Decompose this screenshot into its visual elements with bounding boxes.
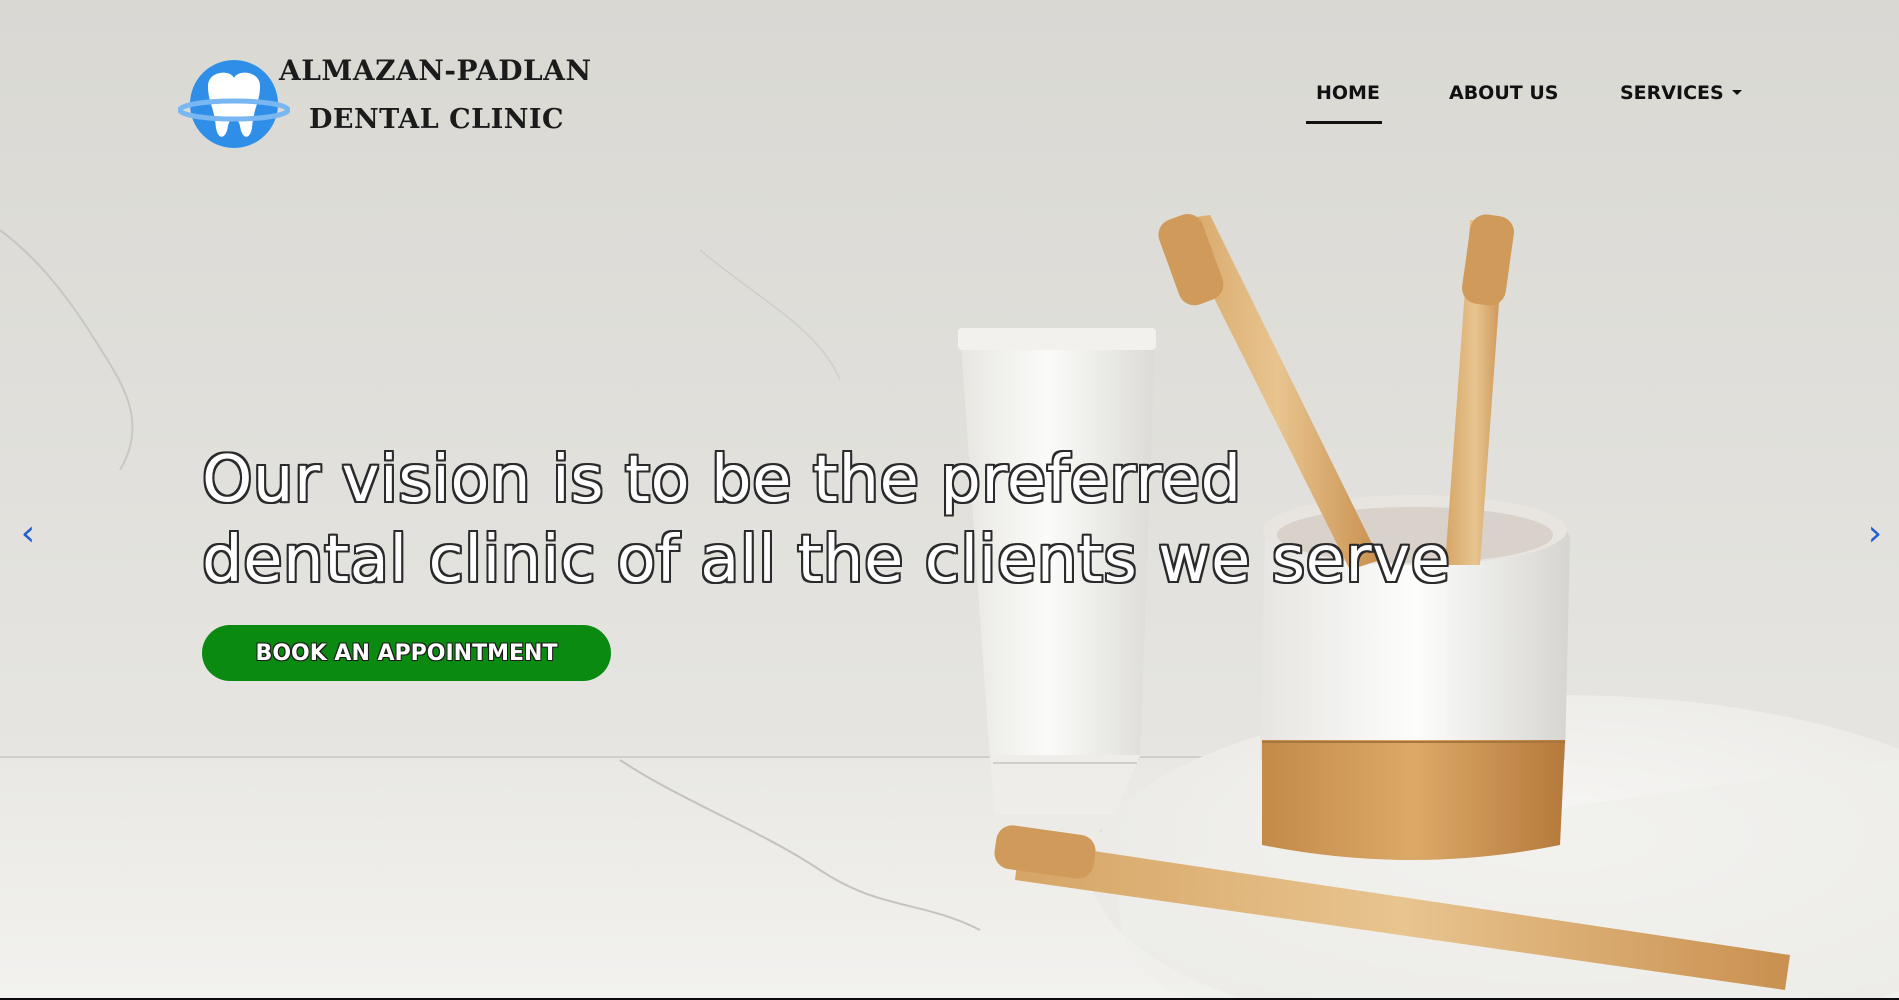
carousel-prev-button[interactable]: ‹ <box>8 508 48 560</box>
nav-item-label: HOME <box>1316 82 1380 104</box>
nav-item-home[interactable]: HOME <box>1316 82 1380 104</box>
tooth-icon <box>178 60 290 148</box>
nav-item-label: ABOUT US <box>1449 82 1559 104</box>
active-nav-indicator <box>1306 121 1382 124</box>
carousel-next-button[interactable]: › <box>1855 508 1895 560</box>
site-header: ALMAZAN-PADLAN DENTAL CLINIC HOME ABOUT … <box>0 0 1899 170</box>
brand-name-line2: DENTAL CLINIC <box>309 104 565 135</box>
caption-heading-line1: Our vision is to be the preferred <box>202 443 1242 517</box>
book-appointment-button[interactable]: BOOK AN APPOINTMENT <box>202 625 611 681</box>
slide-caption: Our vision is to be the preferred dental… <box>202 440 1502 600</box>
chevron-left-icon: ‹ <box>20 513 36 554</box>
chevron-right-icon: › <box>1867 513 1883 554</box>
nav-item-about-us[interactable]: ABOUT US <box>1449 82 1558 104</box>
brand-name-line1: ALMAZAN-PADLAN <box>279 54 592 87</box>
brand-home-link[interactable]: ALMAZAN-PADLAN DENTAL CLINIC <box>178 50 591 160</box>
caption-heading-line2: dental clinic of all the clients we serv… <box>202 523 1451 597</box>
nav-item-label: SERVICES <box>1620 82 1724 104</box>
caret-down-icon <box>1731 90 1742 95</box>
nav-item-services-dropdown[interactable]: SERVICES <box>1620 82 1742 104</box>
hero-carousel: ALMAZAN-PADLAN DENTAL CLINIC HOME ABOUT … <box>0 0 1899 1000</box>
